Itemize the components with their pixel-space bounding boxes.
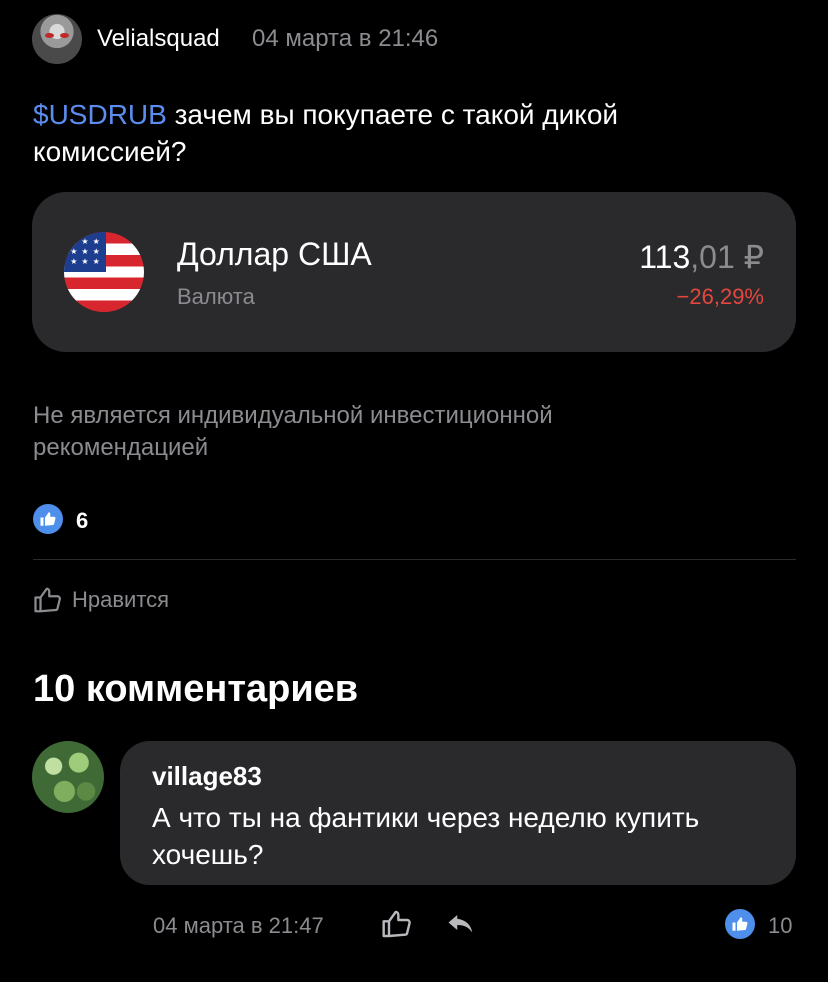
thumbs-up-outline-icon (34, 587, 61, 613)
disclaimer: Не является индивидуальной инвестиционно… (33, 402, 553, 461)
price-fraction: ,01 ₽ (690, 239, 764, 275)
price-main: 113 (639, 239, 691, 275)
post-timestamp: 04 марта в 21:46 (252, 25, 439, 52)
comment-like-badge-icon (725, 909, 755, 939)
thumbs-up-outline-icon (382, 910, 411, 938)
avatar-eye (60, 33, 69, 38)
comment-timestamp: 04 марта в 21:47 (153, 913, 324, 938)
comment-like-button[interactable] (381, 908, 413, 940)
instrument-type: Валюта (177, 284, 255, 309)
comments-title: 10 комментариев (33, 668, 359, 710)
author-avatar[interactable] (32, 14, 82, 64)
like-badge-icon (33, 504, 63, 534)
comment-like-count: 10 (768, 913, 793, 938)
reply-button[interactable] (446, 912, 476, 938)
us-flag-icon: ★ ★ ★ ★ ★ ★ ★ ★ ★ (64, 232, 144, 312)
instrument-card[interactable]: ★ ★ ★ ★ ★ ★ ★ ★ ★ Доллар США Валюта 113,01 ₽ −… (32, 192, 796, 352)
divider (33, 559, 796, 560)
instrument-name: Доллар США (177, 236, 372, 272)
like-button[interactable]: Нравится (32, 584, 169, 616)
avatar-eye (45, 33, 54, 38)
reply-arrow-icon (448, 915, 473, 933)
comment-bubble: village83 А что ты на фантики через неде… (120, 741, 796, 885)
post-text: $USDRUB зачем вы покупаете с такой дикой… (33, 96, 733, 170)
comment-author[interactable]: village83 (152, 761, 262, 792)
like-button-label: Нравится (72, 587, 170, 612)
like-count: 6 (76, 508, 89, 533)
flag-canton: ★ ★ ★ ★ ★ ★ ★ ★ ★ (64, 232, 106, 272)
post-author[interactable]: Velialsquad (97, 25, 220, 53)
ticker-link[interactable]: $USDRUB (33, 99, 167, 130)
thumbs-up-icon (40, 512, 56, 526)
instrument-price: 113,01 ₽ (639, 238, 764, 276)
commenter-avatar[interactable] (32, 741, 104, 813)
price-change: −26,29% (676, 284, 764, 309)
thumbs-up-icon (732, 917, 748, 931)
comment-text: А что ты на фантики через неделю купить … (152, 802, 700, 870)
